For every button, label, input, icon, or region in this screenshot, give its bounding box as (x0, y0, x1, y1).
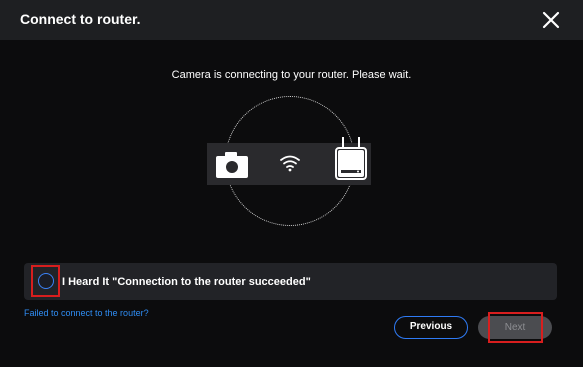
failed-connect-link[interactable]: Failed to connect to the router? (24, 308, 149, 318)
connecting-message: Camera is connecting to your router. Ple… (171, 69, 412, 81)
next-button[interactable]: Next (478, 316, 552, 339)
dialog-title: Connect to router. (20, 11, 141, 27)
router-icon (335, 137, 367, 180)
previous-button[interactable]: Previous (394, 316, 468, 339)
close-button[interactable] (539, 8, 563, 32)
wifi-icon (280, 155, 300, 172)
camera-icon (216, 152, 248, 178)
radio-highlight-box[interactable] (31, 265, 60, 297)
dialog-titlebar: Connect to router. (0, 0, 583, 40)
confirm-label[interactable]: I Heard It "Connection to the router suc… (62, 276, 311, 288)
close-icon (542, 11, 560, 29)
